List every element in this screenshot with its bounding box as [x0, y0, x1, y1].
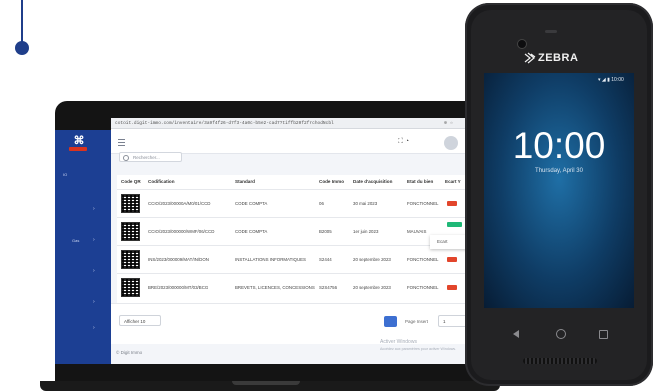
cell-etat: MAUVAIS	[407, 229, 427, 234]
sidebar-chevron-icon[interactable]: ›	[93, 299, 95, 305]
column-header[interactable]: Ecart Y	[445, 175, 461, 189]
table-row[interactable]: INS/2023/000009/MAT/IN/DON INSTALLATIONS…	[117, 245, 471, 274]
lockscreen-date: Thursday, April 30	[535, 168, 583, 174]
brand-name: ZEBRA	[538, 52, 579, 64]
timeline-dot	[15, 41, 29, 55]
column-header[interactable]: Standard	[235, 175, 255, 189]
phone-sensor	[545, 30, 557, 33]
cell-standard: BREVETS, LICENCES, CONCESSIONS	[235, 285, 315, 290]
inventory-table: Code QR Codification Standard Code Immo …	[117, 175, 471, 303]
cell-etat: FONCTIONNEL	[407, 201, 439, 206]
home-icon[interactable]	[556, 329, 566, 339]
sidebar	[55, 130, 111, 364]
status-badge	[447, 257, 457, 262]
sidebar-chevron-icon[interactable]: ›	[93, 237, 95, 243]
cell-date: 20 septembre 2023	[353, 285, 391, 290]
app-logo: ⌘	[68, 136, 90, 152]
copyright-text: © Digit Immo	[116, 350, 143, 355]
activate-subtitle: Accédez aux paramètres pour activer Wind…	[380, 347, 457, 351]
phone-screen	[484, 73, 634, 308]
speaker-grille	[523, 358, 597, 364]
status-badge	[447, 222, 462, 227]
sidebar-item-label[interactable]: Gas	[72, 238, 79, 243]
laptop-notch	[232, 381, 300, 385]
column-header[interactable]: Code Immo	[319, 175, 344, 189]
status-bar: ▾ ◢ ▮ 10:00	[598, 77, 624, 83]
cell-standard: INSTALLATIONS INFORMATIQUES	[235, 257, 306, 262]
status-badge	[447, 285, 457, 290]
sidebar-chevron-icon[interactable]: ›	[93, 206, 95, 212]
cell-code-immo: B2005	[319, 229, 332, 234]
qr-code-icon	[121, 250, 140, 269]
logo-glyph: ⌘	[73, 135, 85, 147]
cell-codification: BRE/2023/000000/MT/03/BCG	[148, 285, 209, 290]
column-header[interactable]: Date d'acquisition	[353, 175, 392, 189]
table-row[interactable]: BRE/2023/000000/MT/03/BCG BREVETS, LICEN…	[117, 273, 471, 302]
qr-code-icon	[121, 194, 140, 213]
page-next-button[interactable]	[384, 316, 397, 327]
url-text: cotoit.digit-immo.com/inventaire/3a9f4f2…	[115, 121, 334, 126]
browser-icons: ⊕ ☆	[443, 120, 453, 126]
sidebar-item-label[interactable]: IO	[63, 172, 67, 177]
column-header[interactable]: Code QR	[121, 175, 141, 189]
status-badge	[447, 201, 457, 206]
back-icon[interactable]	[513, 330, 519, 338]
avatar[interactable]	[444, 136, 458, 150]
address-bar[interactable]: cotoit.digit-immo.com/inventaire/3a9f4f2…	[111, 118, 471, 129]
cell-code-immo: S2S4756	[319, 285, 338, 290]
qr-code-icon	[121, 278, 140, 297]
lockscreen-clock: 10:00	[512, 125, 606, 166]
hamburger-menu-icon[interactable]	[118, 139, 125, 146]
column-header[interactable]: Etat du bien	[407, 175, 433, 189]
cell-etat: FONCTIONNEL	[407, 285, 439, 290]
cell-date: 20 septembre 2023	[353, 257, 391, 262]
status-time: 10:00	[611, 77, 624, 83]
sidebar-chevron-icon[interactable]: ›	[93, 325, 95, 331]
camera-icon	[518, 40, 526, 48]
sidebar-chevron-icon[interactable]: ›	[93, 268, 95, 274]
cell-standard: CODE COMPTA	[235, 201, 268, 206]
cell-code-immo: 06	[319, 201, 324, 206]
cell-codification: CCIO/2023/000000/WMF/06/CCD	[148, 229, 215, 234]
fullscreen-icon[interactable]: ⛶ ◔	[398, 138, 409, 146]
column-header[interactable]: Codification	[148, 175, 175, 189]
cell-etat: FONCTIONNEL	[407, 257, 439, 262]
activate-title: Activer Windows	[380, 339, 417, 345]
logo-badge	[69, 147, 87, 151]
zebra-logo-icon	[524, 52, 536, 64]
per-page-select[interactable]: Afficher 10	[119, 315, 161, 326]
search-icon	[123, 155, 129, 161]
table-row[interactable]: CCIO/2023/00000A/M0/01/CCD CODE COMPTA 0…	[117, 189, 471, 218]
cell-date: 1er juin 2023	[353, 229, 379, 234]
cell-standard: CODE COMPTA	[235, 229, 268, 234]
table-row[interactable]: CCIO/2023/000000/WMF/06/CCD CODE COMPTA …	[117, 217, 471, 246]
cell-codification: CCIO/2023/00000A/M0/01/CCD	[148, 201, 211, 206]
qr-code-icon	[121, 222, 140, 241]
cell-code-immo: S2444	[319, 257, 332, 262]
top-bar	[111, 129, 471, 154]
page-label: Page Insert	[405, 319, 429, 324]
timeline-line	[21, 0, 23, 42]
activate-windows-watermark: Activer Windows Accédez aux paramètres p…	[380, 339, 456, 353]
recent-apps-icon[interactable]	[599, 330, 608, 339]
cell-date: 30 mai 2023	[353, 201, 378, 206]
cell-codification: INS/2023/000009/MAT/IN/DON	[148, 257, 209, 262]
